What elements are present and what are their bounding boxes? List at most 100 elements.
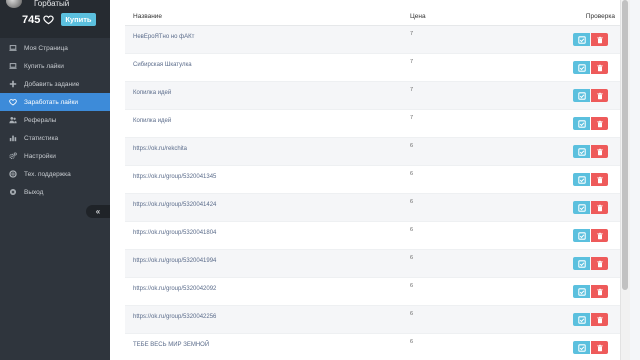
- table-row: Копилка идей 7: [125, 82, 620, 110]
- check-button[interactable]: [573, 173, 590, 186]
- heart-icon: [9, 98, 17, 106]
- row-price: 6: [410, 143, 414, 149]
- table-row: https://ok.ru/group/5320041804 6: [125, 222, 620, 250]
- delete-button[interactable]: [591, 117, 608, 130]
- row-actions: [573, 33, 608, 46]
- row-actions: [573, 201, 608, 214]
- row-actions: [573, 117, 608, 130]
- check-button[interactable]: [573, 145, 590, 158]
- table-row: НевЕроЯТно но фАКт 7: [125, 26, 620, 54]
- table-row: https://ok.ru/group/5320041345 6: [125, 166, 620, 194]
- sidebar: Горбатый 745 Купить Моя Страница Купить …: [0, 0, 110, 360]
- delete-button[interactable]: [591, 341, 608, 354]
- check-button[interactable]: [573, 257, 590, 270]
- sidebar-item-support[interactable]: Тех. поддержка: [0, 165, 110, 183]
- table-row: https://ok.ru/rekchita 6: [125, 138, 620, 166]
- row-name: Сибирская Шкатулка: [133, 62, 192, 68]
- check-square-icon: [577, 343, 586, 352]
- sidebar-item-my-page[interactable]: Моя Страница: [0, 39, 110, 57]
- delete-button[interactable]: [591, 173, 608, 186]
- row-name: https://ok.ru/group/5320041994: [133, 258, 217, 264]
- check-square-icon: [577, 147, 586, 156]
- column-header-check: Проверка: [585, 13, 615, 20]
- users-icon: [9, 116, 17, 124]
- row-actions: [573, 145, 608, 158]
- check-button[interactable]: [573, 229, 590, 242]
- sidebar-item-referrals[interactable]: Рефералы: [0, 111, 110, 129]
- sidebar-item-label: Тех. поддержка: [24, 170, 71, 178]
- bar-chart-icon: [9, 134, 17, 142]
- check-button[interactable]: [573, 89, 590, 102]
- table-row: https://ok.ru/group/5320041424 6: [125, 194, 620, 222]
- sidebar-item-settings[interactable]: Настройки: [0, 147, 110, 165]
- check-square-icon: [577, 175, 586, 184]
- delete-button[interactable]: [591, 285, 608, 298]
- check-button[interactable]: [573, 201, 590, 214]
- delete-button[interactable]: [591, 201, 608, 214]
- check-button[interactable]: [573, 313, 590, 326]
- trash-icon: [596, 232, 604, 240]
- table-row: https://ok.ru/group/5320042092 6: [125, 278, 620, 306]
- delete-button[interactable]: [591, 313, 608, 326]
- table-row: ТЕБЕ ВЕСЬ МИР ЗЕМНОЙ 6: [125, 334, 620, 360]
- delete-button[interactable]: [591, 61, 608, 74]
- delete-button[interactable]: [591, 89, 608, 102]
- sidebar-item-add-task[interactable]: Добавить задание: [0, 75, 110, 93]
- check-square-icon: [577, 35, 586, 44]
- logout-icon: [9, 188, 17, 196]
- sidebar-item-label: Настройки: [24, 152, 56, 160]
- row-price: 6: [410, 255, 414, 261]
- table-row: Копилка идей 7: [125, 110, 620, 138]
- table-row: https://ok.ru/group/5320041994 6: [125, 250, 620, 278]
- row-actions: [573, 341, 608, 354]
- check-square-icon: [577, 315, 586, 324]
- delete-button[interactable]: [591, 229, 608, 242]
- row-actions: [573, 89, 608, 102]
- row-actions: [573, 257, 608, 270]
- sidebar-item-statistics[interactable]: Статистика: [0, 129, 110, 147]
- balance-value: 745: [22, 13, 41, 26]
- sidebar-item-label: Выход: [24, 188, 44, 196]
- check-button[interactable]: [573, 61, 590, 74]
- row-price: 7: [410, 59, 414, 65]
- table-row: https://ok.ru/group/5320042256 6: [125, 306, 620, 334]
- delete-button[interactable]: [591, 145, 608, 158]
- sidebar-item-logout[interactable]: Выход: [0, 183, 110, 201]
- row-price: 6: [410, 227, 414, 233]
- row-name: https://ok.ru/group/5320041804: [133, 230, 217, 236]
- check-button[interactable]: [573, 117, 590, 130]
- row-actions: [573, 61, 608, 74]
- trash-icon: [596, 204, 604, 212]
- scrollbar[interactable]: [620, 0, 630, 360]
- trash-icon: [596, 148, 604, 156]
- check-button[interactable]: [573, 33, 590, 46]
- check-square-icon: [577, 203, 586, 212]
- row-name: https://ok.ru/rekchita: [133, 146, 188, 152]
- row-price: 6: [410, 283, 414, 289]
- main-content: Название Цена Проверка НевЕроЯТно но фАК…: [110, 0, 630, 360]
- row-name: https://ok.ru/group/5320041424: [133, 202, 217, 208]
- trash-icon: [596, 344, 604, 352]
- delete-button[interactable]: [591, 257, 608, 270]
- sidebar-item-earn-likes[interactable]: Заработать лайки: [0, 93, 110, 111]
- delete-button[interactable]: [591, 33, 608, 46]
- trash-icon: [596, 120, 604, 128]
- scrollbar-thumb[interactable]: [622, 0, 628, 290]
- sidebar-item-buy-likes[interactable]: Купить лайки: [0, 57, 110, 75]
- check-button[interactable]: [573, 285, 590, 298]
- row-price: 6: [410, 199, 414, 205]
- row-name: Копилка идей: [133, 118, 172, 124]
- trash-icon: [596, 288, 604, 296]
- check-square-icon: [577, 231, 586, 240]
- sidebar-collapse-button[interactable]: «: [86, 205, 110, 218]
- sidebar-item-label: Добавить задание: [24, 80, 80, 88]
- trash-icon: [596, 316, 604, 324]
- sidebar-item-label: Купить лайки: [24, 62, 64, 70]
- balance-row: 745 Купить: [22, 13, 96, 26]
- check-button[interactable]: [573, 341, 590, 354]
- table-header: Название Цена Проверка: [125, 10, 620, 26]
- avatar[interactable]: [6, 0, 22, 8]
- buy-likes-button[interactable]: Купить: [61, 13, 96, 26]
- row-price: 6: [410, 311, 414, 317]
- row-actions: [573, 229, 608, 242]
